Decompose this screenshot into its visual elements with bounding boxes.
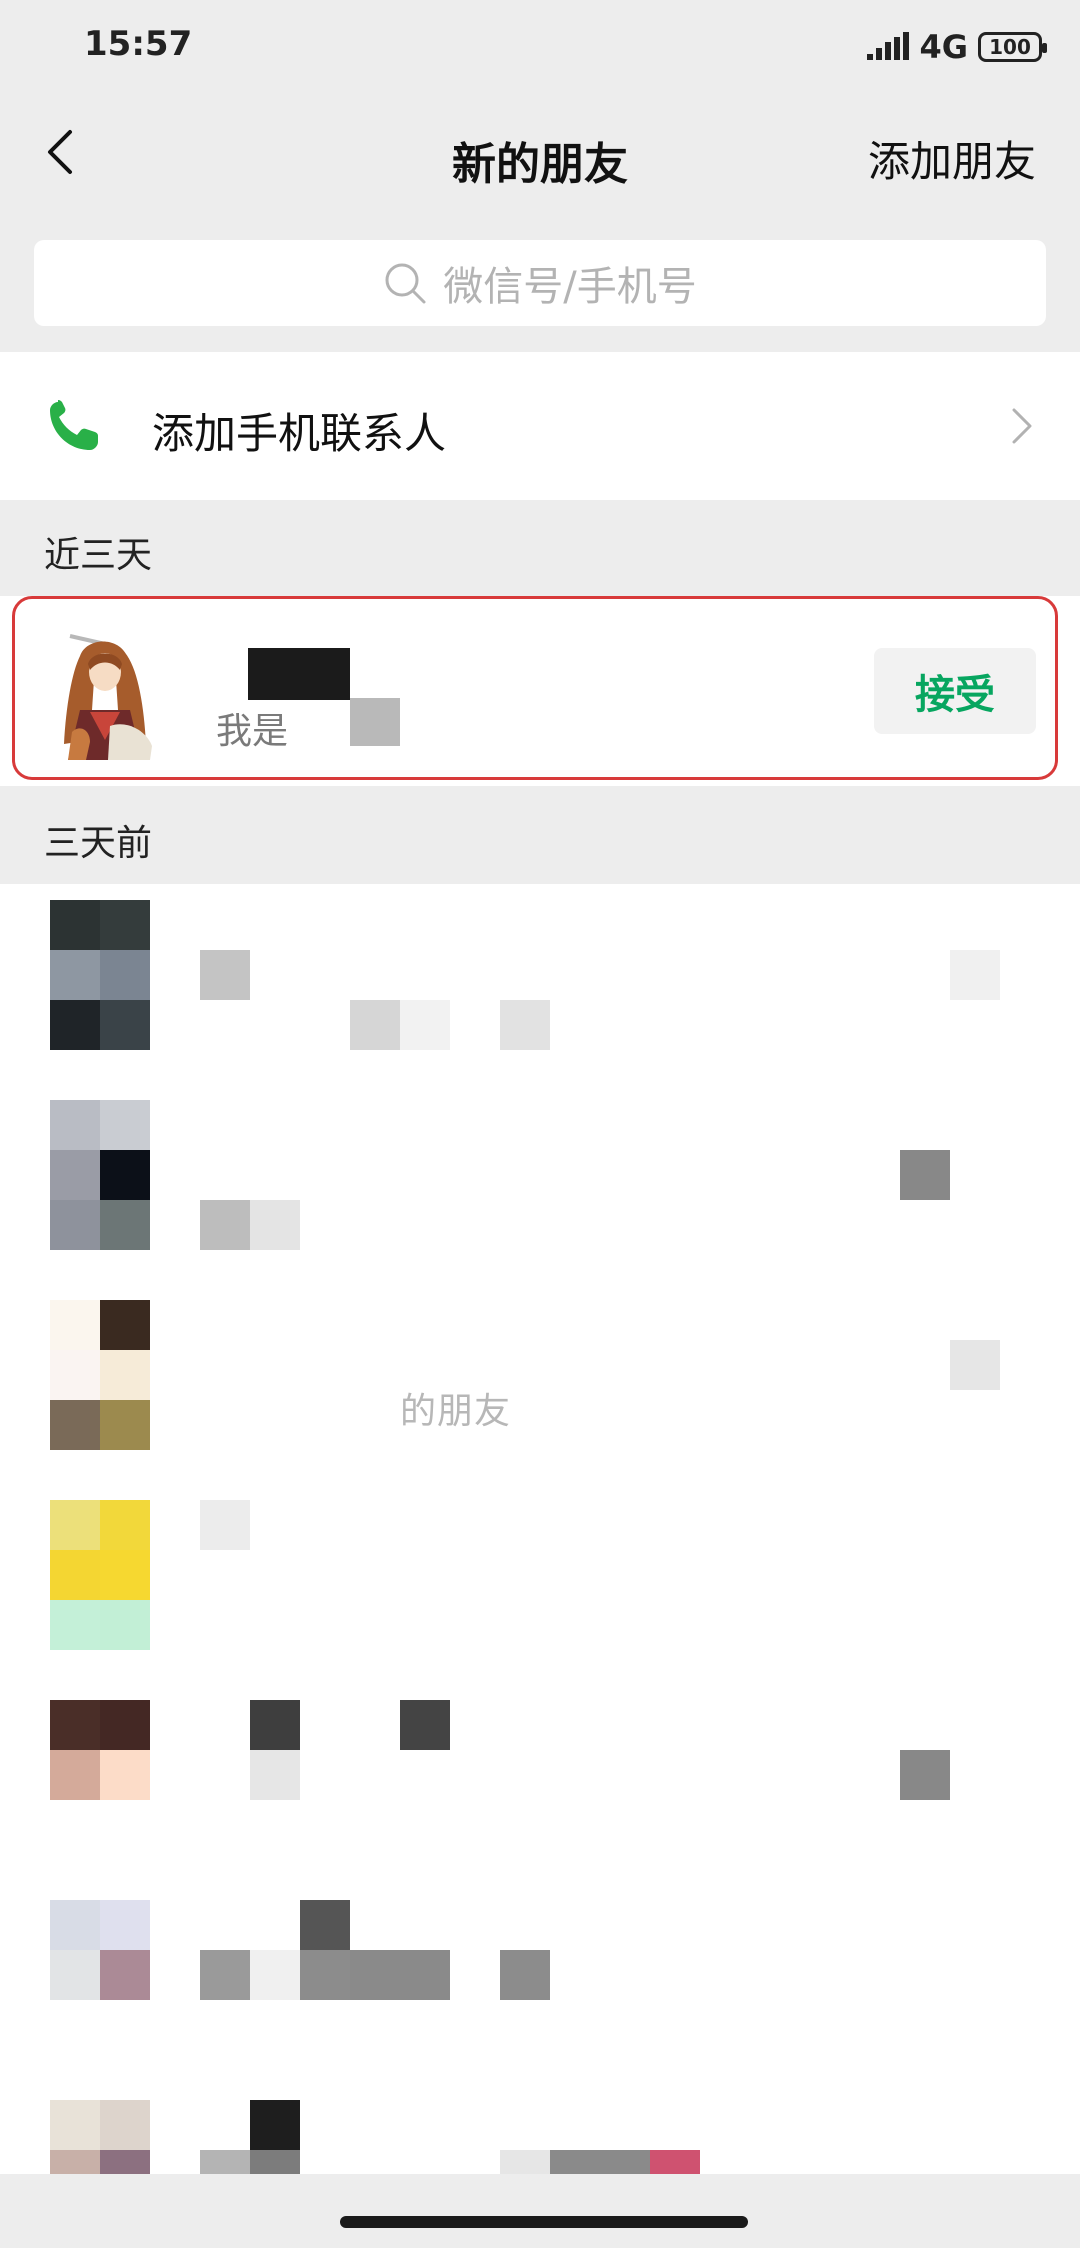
redacted-status bbox=[900, 1750, 950, 1800]
add-phone-contacts-row[interactable]: 添加手机联系人 bbox=[0, 352, 1080, 500]
redacted-text bbox=[200, 1500, 250, 1550]
search-placeholder: 微信号/手机号 bbox=[443, 264, 697, 310]
request-message: 我是 bbox=[216, 711, 289, 752]
redacted-text bbox=[250, 2150, 300, 2174]
chevron-right-icon bbox=[1012, 408, 1032, 444]
redacted-text bbox=[250, 1950, 300, 2000]
phone-icon bbox=[50, 400, 98, 450]
redacted-text bbox=[300, 1900, 350, 1950]
redacted-text bbox=[650, 2150, 700, 2174]
list-item[interactable] bbox=[0, 1484, 1080, 1684]
battery-icon: 100 bbox=[978, 32, 1047, 62]
add-friend-button[interactable]: 添加朋友 bbox=[868, 128, 1036, 189]
redacted-text bbox=[350, 1000, 400, 1050]
redacted-text bbox=[250, 2100, 300, 2150]
redacted-status bbox=[950, 950, 1000, 1000]
list-item[interactable] bbox=[0, 1684, 1080, 1884]
redacted-text bbox=[500, 2150, 550, 2174]
signal-icon bbox=[867, 32, 910, 60]
request-message-redacted bbox=[350, 698, 400, 746]
redacted-text bbox=[400, 1700, 450, 1750]
avatar bbox=[50, 1100, 150, 1250]
request-note: 的朋友 bbox=[400, 1391, 512, 1432]
list-item[interactable] bbox=[0, 1884, 1080, 2084]
status-time: 15:57 bbox=[84, 24, 193, 64]
avatar bbox=[50, 900, 150, 1050]
search-icon bbox=[383, 261, 427, 305]
redacted-text bbox=[200, 1200, 250, 1250]
avatar bbox=[50, 1900, 150, 2050]
search-input[interactable]: 微信号/手机号 bbox=[34, 240, 1046, 326]
add-phone-contacts-label: 添加手机联系人 bbox=[152, 409, 447, 458]
redacted-text bbox=[250, 1750, 300, 1800]
redacted-status bbox=[950, 1340, 1000, 1390]
section-header-older: 三天前 bbox=[44, 823, 153, 864]
redacted-text bbox=[200, 1950, 250, 2000]
list-item[interactable] bbox=[0, 1084, 1080, 1284]
redacted-text bbox=[300, 1950, 350, 2000]
redacted-text bbox=[200, 2150, 250, 2174]
avatar bbox=[50, 620, 160, 760]
redacted-text bbox=[200, 950, 250, 1000]
section-header-recent: 近三天 bbox=[44, 535, 153, 576]
redacted-text bbox=[500, 1950, 550, 2000]
list-item[interactable] bbox=[0, 2084, 1080, 2174]
nav-bar: 新的朋友 添加朋友 bbox=[0, 90, 1080, 220]
friend-request-row[interactable]: 我是 接受 bbox=[0, 596, 1080, 786]
avatar bbox=[50, 2100, 150, 2174]
redacted-text bbox=[550, 2150, 650, 2174]
redacted-text bbox=[500, 1000, 550, 1050]
list-item[interactable] bbox=[0, 884, 1080, 1084]
redacted-text bbox=[250, 1200, 300, 1250]
older-request-list: 的朋友 bbox=[0, 884, 1080, 2174]
avatar bbox=[50, 1300, 150, 1450]
requester-name-redacted bbox=[248, 648, 350, 700]
home-indicator[interactable] bbox=[340, 2216, 748, 2228]
redacted-text bbox=[350, 1950, 450, 2000]
network-type: 4G bbox=[919, 28, 968, 66]
redacted-status bbox=[900, 1150, 950, 1200]
avatar bbox=[50, 1700, 150, 1850]
list-item[interactable]: 的朋友 bbox=[0, 1284, 1080, 1484]
battery-level: 100 bbox=[989, 35, 1031, 59]
redacted-text bbox=[400, 1000, 450, 1050]
avatar bbox=[50, 1500, 150, 1650]
status-bar: 15:57 4G 100 bbox=[0, 0, 1080, 90]
redacted-text bbox=[250, 1700, 300, 1750]
accept-button[interactable]: 接受 bbox=[874, 648, 1036, 734]
status-indicators: 4G 100 bbox=[867, 28, 1047, 66]
